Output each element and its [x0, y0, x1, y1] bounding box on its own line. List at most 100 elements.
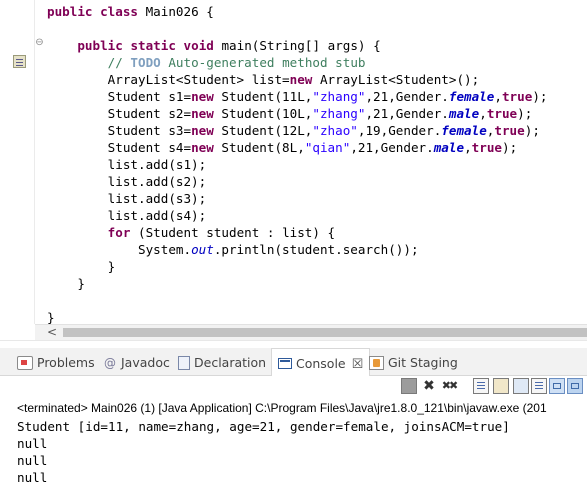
- code-token: ArrayList<Student> list=: [47, 72, 290, 87]
- code-token: new: [191, 106, 214, 121]
- console-output-line: Student [id=11, name=zhang, age=21, gend…: [17, 419, 510, 434]
- task-marker-icon[interactable]: [13, 55, 26, 68]
- scrollbar-thumb[interactable]: [63, 328, 587, 337]
- code-token: list.add(s3);: [47, 191, 207, 206]
- console-panel: Problems @ Javadoc Declaration Console ☒ G…: [0, 348, 587, 503]
- code-token: void: [183, 38, 214, 53]
- code-token: true: [486, 106, 518, 121]
- code-token: Student s2=: [47, 106, 192, 121]
- code-token: public: [47, 4, 93, 19]
- pin-console-icon[interactable]: [567, 378, 583, 394]
- tab-javadoc[interactable]: @ Javadoc: [103, 348, 170, 375]
- code-token: "zhao": [312, 123, 358, 138]
- code-token: Student s1=: [47, 89, 192, 104]
- code-token: "zhang": [312, 89, 366, 104]
- javadoc-icon: @: [104, 355, 116, 370]
- code-line[interactable]: public static void main(String[] args) {: [47, 37, 381, 54]
- code-line[interactable]: list.add(s1);: [47, 156, 207, 173]
- code-token: main(String[] args) {: [213, 38, 381, 53]
- code-token: );: [532, 89, 548, 104]
- code-line[interactable]: list.add(s4);: [47, 207, 207, 224]
- code-token: true: [501, 89, 533, 104]
- code-token: TODO: [130, 55, 161, 70]
- code-line[interactable]: Student s4=new Student(8L,"qian",21,Gend…: [47, 139, 518, 156]
- code-line[interactable]: Student s3=new Student(12L,"zhao",19,Gen…: [47, 122, 540, 139]
- tab-console[interactable]: Console ☒: [271, 348, 371, 376]
- tab-declaration[interactable]: Declaration: [178, 348, 266, 375]
- console-status: <terminated> Main026 (1) [Java Applicati…: [17, 401, 547, 415]
- code-line[interactable]: }: [47, 258, 116, 275]
- code-line[interactable]: for (Student student : list) {: [47, 224, 335, 241]
- code-token: list.add(s4);: [47, 208, 207, 223]
- code-token: true: [471, 140, 502, 155]
- code-token: new: [191, 140, 214, 155]
- remove-all-terminated-icon[interactable]: ✖✖: [441, 378, 458, 394]
- code-token: class: [100, 4, 139, 19]
- code-line[interactable]: list.add(s3);: [47, 190, 207, 207]
- code-token: female: [448, 89, 495, 104]
- code-line[interactable]: Student s2=new Student(10L,"zhang",21,Ge…: [47, 105, 533, 122]
- console-output-line: null: [17, 453, 48, 468]
- code-token: new: [191, 89, 214, 104]
- tab-git-staging[interactable]: Git Staging: [369, 348, 458, 375]
- code-token: System.: [47, 242, 192, 257]
- show-console-on-error-icon[interactable]: [549, 378, 565, 394]
- code-token: ,21,Gender.: [365, 89, 449, 104]
- console-output-line: null: [17, 436, 48, 451]
- scroll-left-arrow-icon[interactable]: <: [47, 325, 57, 340]
- code-line[interactable]: }: [47, 275, 85, 292]
- code-token: ,: [479, 106, 487, 121]
- problems-icon: [17, 355, 33, 370]
- code-token: ,19,Gender.: [357, 123, 442, 138]
- code-token: );: [524, 123, 540, 138]
- declaration-icon: [178, 355, 190, 370]
- code-line[interactable]: list.add(s2);: [47, 173, 207, 190]
- code-token: Student(11L,: [213, 89, 313, 104]
- code-token: list.add(s2);: [47, 174, 207, 189]
- code-token: }: [47, 259, 116, 274]
- scroll-lock-icon[interactable]: [493, 378, 509, 394]
- code-token: //: [107, 55, 131, 70]
- code-token: }: [47, 276, 85, 291]
- tab-problems[interactable]: Problems: [17, 348, 95, 375]
- code-token: out: [191, 242, 214, 257]
- code-token: list.add(s1);: [47, 157, 207, 172]
- code-line[interactable]: // TODO Auto-generated method stub: [47, 54, 366, 71]
- word-wrap-icon[interactable]: [513, 378, 529, 394]
- vertical-ruler[interactable]: [0, 0, 34, 324]
- git-staging-icon: [369, 355, 384, 370]
- console-output-line: null: [17, 470, 48, 485]
- code-token: new: [289, 72, 313, 87]
- code-token: Student(12L,: [213, 123, 313, 138]
- code-line[interactable]: Student s1=new Student(11L,"zhang",21,Ge…: [47, 88, 548, 105]
- code-line[interactable]: System.out.println(student.search());: [47, 241, 419, 258]
- terminate-icon[interactable]: [401, 378, 417, 394]
- code-token: true: [494, 123, 525, 138]
- code-line[interactable]: public class Main026 {: [47, 3, 214, 20]
- tab-label: Git Staging: [388, 355, 458, 370]
- show-console-on-output-icon[interactable]: [531, 378, 547, 394]
- close-tab-icon[interactable]: ☒: [352, 357, 364, 372]
- code-line[interactable]: ArrayList<Student> list=new ArrayList<St…: [47, 71, 480, 88]
- tab-label: Declaration: [194, 355, 267, 370]
- panel-tab-bar: Problems @ Javadoc Declaration Console ☒ G…: [0, 348, 587, 376]
- code-token: );: [517, 106, 533, 121]
- horizontal-scrollbar[interactable]: <: [35, 324, 587, 340]
- code-editor[interactable]: ⊖ public class Main026 { public static v…: [0, 0, 587, 340]
- code-token: new: [191, 123, 214, 138]
- code-token: Student(10L,: [213, 106, 313, 121]
- tab-label: Console: [296, 356, 346, 371]
- clear-console-icon[interactable]: [473, 378, 489, 394]
- code-token: male: [433, 140, 465, 155]
- tab-label: Problems: [37, 355, 95, 370]
- code-token: Student(8L,: [213, 140, 305, 155]
- code-token: static: [130, 38, 176, 53]
- code-token: ,21,Gender.: [350, 140, 434, 155]
- code-token: female: [441, 123, 487, 138]
- panel-splitter[interactable]: [0, 340, 587, 348]
- remove-launch-icon[interactable]: ✖: [421, 378, 437, 394]
- fold-collapse-icon[interactable]: ⊖: [35, 38, 44, 48]
